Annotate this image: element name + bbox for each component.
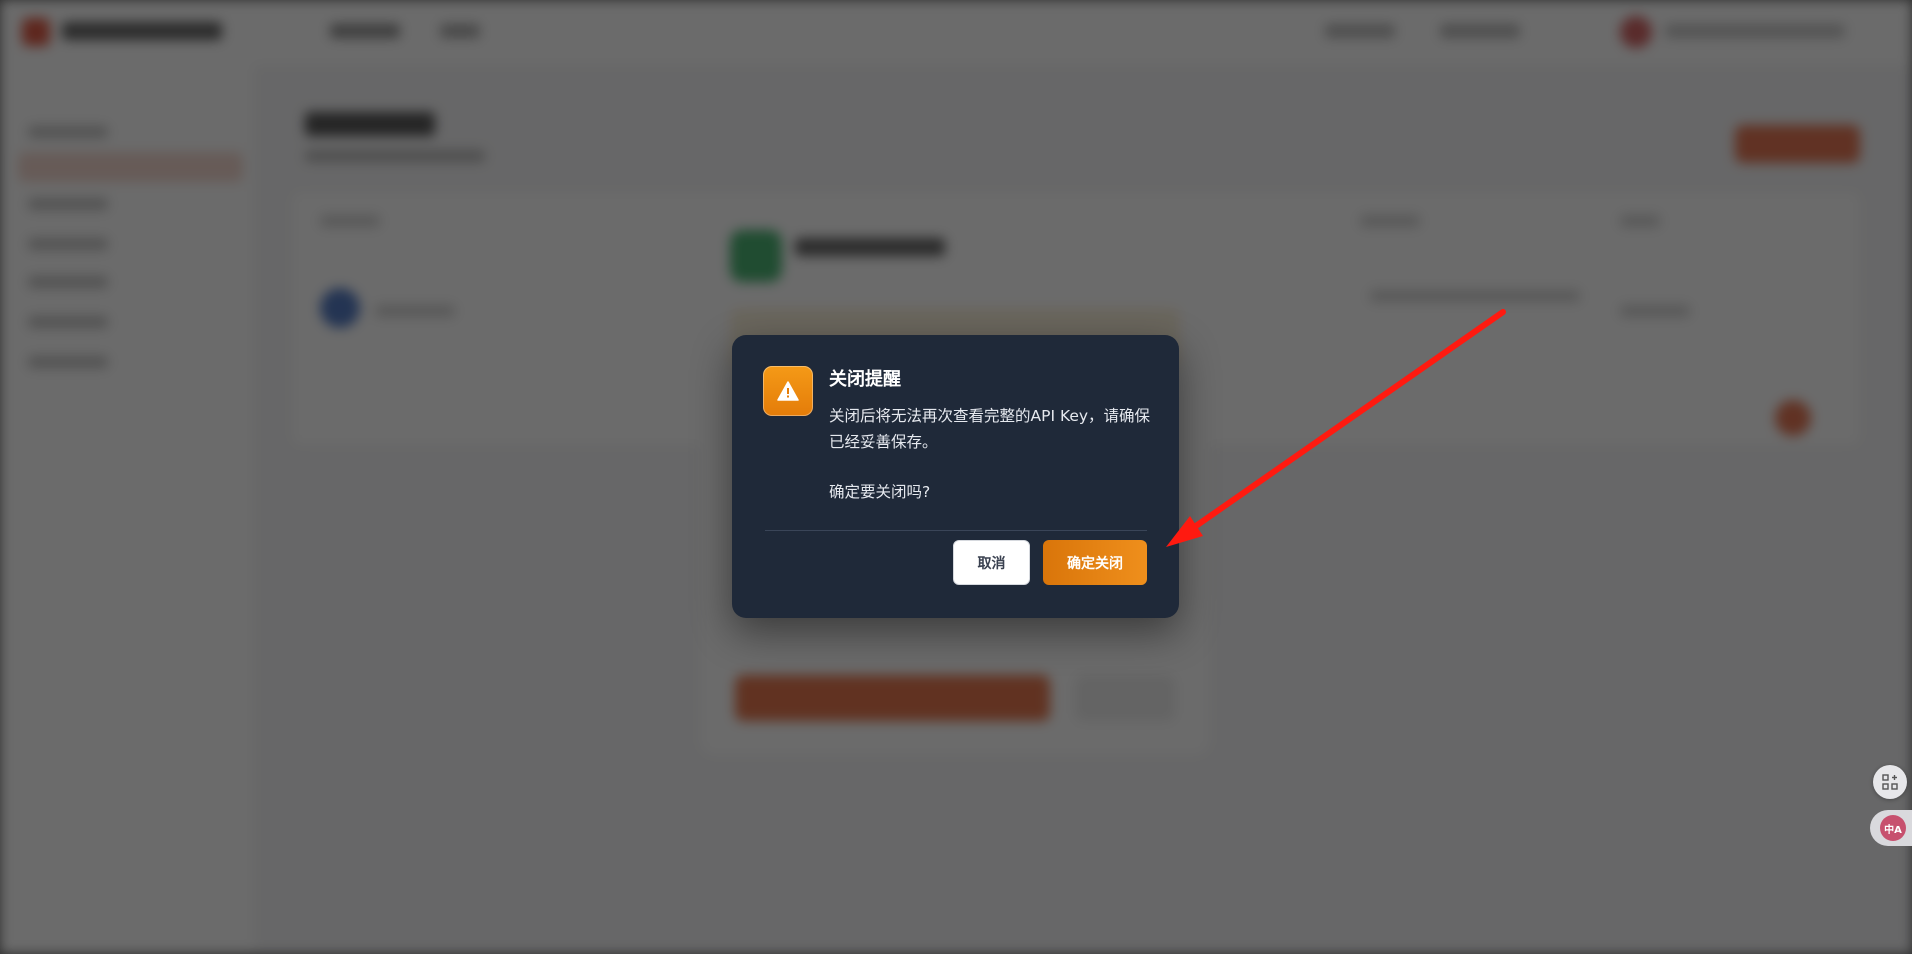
apps-grid-icon[interactable] [1873, 765, 1907, 799]
annotation-arrow [1166, 309, 1506, 547]
translate-icon[interactable]: 中A [1880, 815, 1906, 841]
